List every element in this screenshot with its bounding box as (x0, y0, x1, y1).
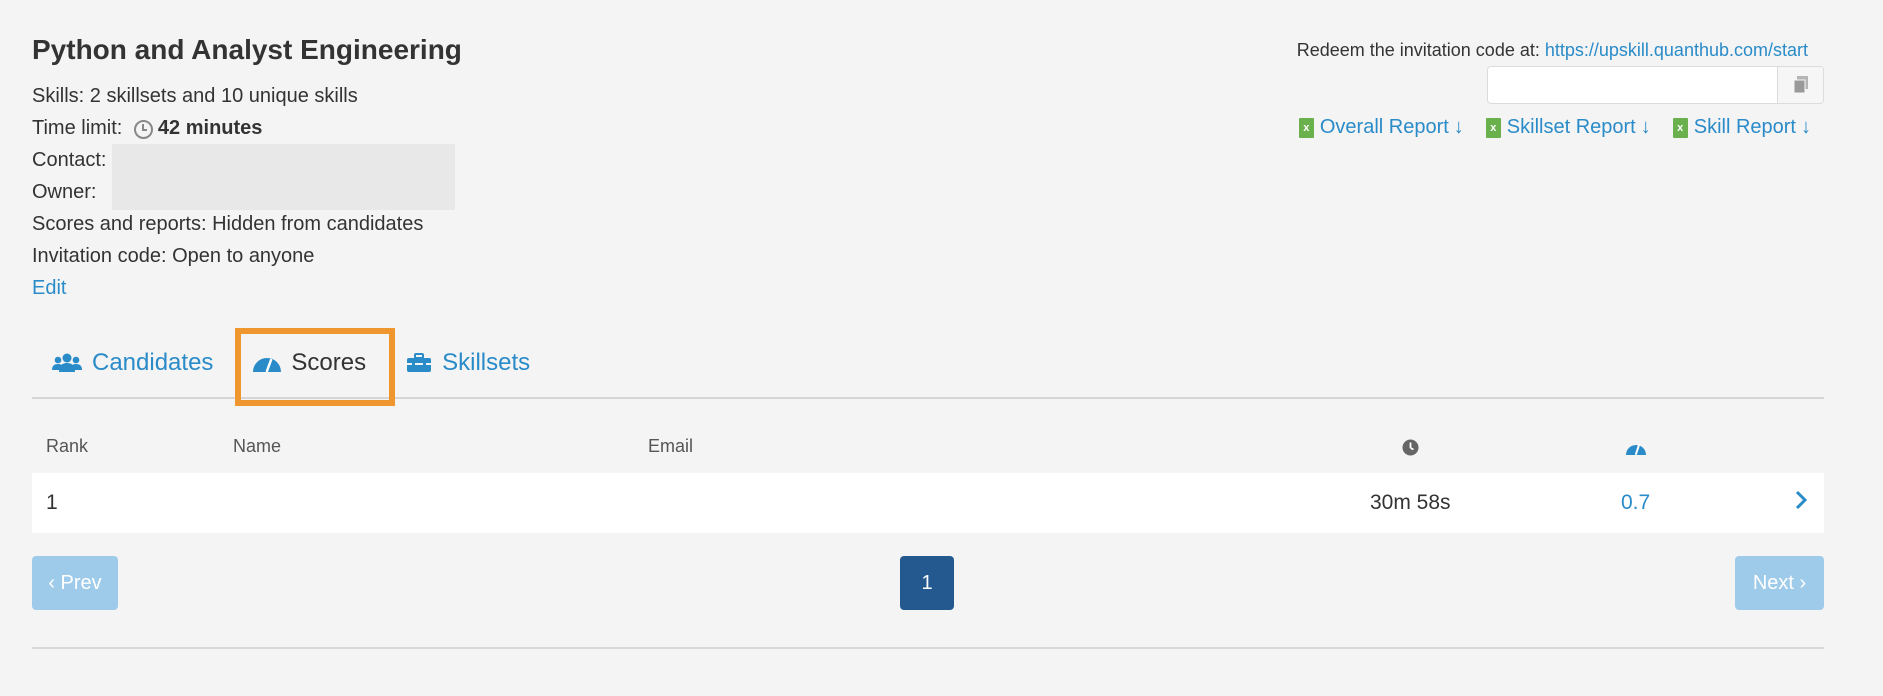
divider (32, 647, 1824, 649)
invitation-code-label: Invitation code: (32, 245, 173, 267)
tab-skillsets[interactable]: Skillsets (386, 328, 550, 397)
clock-icon (1402, 439, 1419, 456)
time-limit-value: 42 minutes (157, 117, 263, 139)
row-score: 0.7 (1621, 491, 1651, 514)
excel-icon: x (1672, 117, 1688, 138)
edit-link[interactable]: Edit (32, 272, 66, 304)
owner-label: Owner: (32, 181, 97, 203)
page-number-button[interactable]: 1 (900, 556, 954, 610)
tab-candidates[interactable]: Candidates (32, 328, 233, 397)
overall-report-link[interactable]: x Overall Report ↓ (1298, 116, 1464, 139)
owner-row: Owner: (32, 176, 423, 208)
row-time: 30m 58s (1370, 491, 1451, 514)
table-row[interactable]: 1 30m 58s 0.7 (32, 473, 1824, 533)
arrow-down-icon: ↓ (1801, 116, 1811, 138)
arrow-down-icon: ↓ (1453, 116, 1464, 138)
excel-icon: x (1298, 117, 1314, 138)
copy-button[interactable] (1777, 67, 1823, 103)
invitation-code-box (1487, 66, 1824, 104)
prev-page-button[interactable]: ‹ Prev (32, 556, 118, 610)
arrow-down-icon: ↓ (1640, 116, 1651, 138)
skillset-report-label: Skillset Report (1506, 116, 1636, 138)
copy-icon (1793, 76, 1808, 94)
scores-visibility-label: Scores and reports: (32, 213, 213, 235)
skills-label: Skills: (32, 85, 90, 107)
skills-row: Skills: 2 skillsets and 10 unique skills (32, 80, 423, 112)
report-links: x Overall Report ↓ x Skillset Report ↓ x… (1298, 116, 1811, 139)
row-rank: 1 (46, 491, 58, 514)
column-name[interactable]: Name (233, 436, 281, 457)
gauge-icon (1626, 444, 1646, 455)
invitation-code-input[interactable] (1488, 67, 1777, 103)
redeem-label: Redeem the invitation code at: (1296, 40, 1545, 60)
skill-report-link[interactable]: x Skill Report ↓ (1672, 116, 1811, 139)
toolbox-icon (406, 352, 432, 373)
page-title: Python and Analyst Engineering (32, 34, 462, 65)
column-time[interactable] (1402, 439, 1419, 461)
column-rank[interactable]: Rank (46, 436, 88, 457)
scores-visibility-value: Hidden from candidates (212, 213, 424, 235)
chevron-right-icon[interactable] (1794, 489, 1808, 517)
contact-label: Contact: (32, 149, 107, 171)
tab-candidates-label: Candidates (92, 348, 214, 376)
skill-report-label: Skill Report (1693, 116, 1796, 138)
time-limit-label: Time limit: (32, 117, 128, 139)
skills-value: 2 skillsets and 10 unique skills (89, 85, 358, 107)
page: Python and Analyst Engineering Skills: 2… (0, 0, 1883, 696)
redeem-instructions: Redeem the invitation code at: https://u… (1297, 40, 1808, 61)
table-header: Rank Name Email (32, 436, 1824, 472)
invitation-code-row: Invitation code: Open to anyone (32, 240, 423, 272)
scores-visibility-row: Scores and reports: Hidden from candidat… (32, 208, 423, 240)
excel-icon: x (1485, 117, 1501, 138)
invitation-code-value: Open to anyone (172, 245, 315, 267)
assessment-info: Skills: 2 skillsets and 10 unique skills… (32, 80, 423, 304)
column-score[interactable] (1625, 439, 1647, 461)
skillset-report-link[interactable]: x Skillset Report ↓ (1485, 116, 1651, 139)
column-email[interactable]: Email (648, 436, 693, 457)
contact-row: Contact: (32, 144, 423, 176)
overall-report-label: Overall Report (1319, 116, 1449, 138)
edit-row: Edit (32, 272, 423, 304)
next-page-button[interactable]: Next › (1735, 556, 1824, 610)
time-limit-row: Time limit: 42 minutes (32, 112, 423, 144)
tab-skillsets-label: Skillsets (442, 348, 531, 376)
users-icon (52, 353, 82, 373)
redeem-url-link[interactable]: https://upskill.quanthub.com/start (1545, 40, 1808, 60)
clock-icon (133, 119, 153, 139)
active-tab-highlight (235, 328, 395, 406)
